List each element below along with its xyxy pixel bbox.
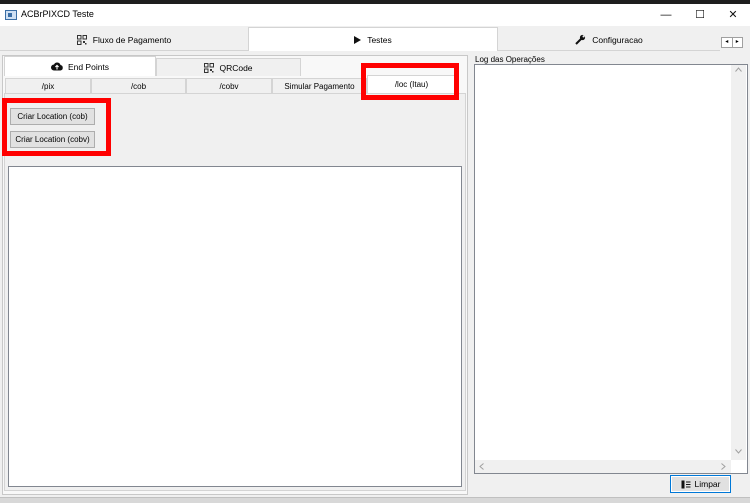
tab-label: Testes: [367, 34, 392, 45]
limpar-button[interactable]: Limpar: [670, 475, 731, 493]
tab-label: Fluxo de Pagamento: [92, 34, 172, 45]
highlight-location-buttons: [2, 98, 111, 156]
log-label: Log das Operações: [475, 55, 545, 64]
tab-cob[interactable]: /cob: [91, 78, 186, 93]
play-icon: [354, 35, 362, 44]
tab-scroll-left-button[interactable]: ◂: [722, 38, 733, 47]
tab-scroll-buttons: ◂ ▸: [721, 37, 743, 48]
wrench-icon: [575, 34, 586, 45]
qrcode-icon: [204, 62, 215, 73]
tab-pix[interactable]: /pix: [5, 78, 91, 93]
minimize-button[interactable]: —: [649, 4, 683, 26]
highlight-loc-tab: [361, 63, 459, 100]
subtab-label: End Points: [67, 61, 110, 72]
scroll-up-icon[interactable]: [735, 67, 742, 72]
tab-configuracao[interactable]: Configuracao: [498, 29, 720, 51]
scroll-down-icon[interactable]: [735, 449, 742, 454]
maximize-button[interactable]: ☐: [683, 4, 717, 26]
cloud-upload-icon: [50, 62, 63, 71]
subtab-qrcode[interactable]: QRCode: [156, 58, 301, 76]
window-title: ACBrPIXCD Teste: [21, 9, 94, 19]
tab-scroll-right-button[interactable]: ▸: [733, 38, 743, 47]
close-button[interactable]: ✕: [716, 4, 750, 26]
log-vertical-scrollbar[interactable]: [731, 65, 746, 460]
tab-testes[interactable]: Testes: [248, 27, 498, 51]
eraser-icon: [681, 480, 691, 489]
tab-simular-pagamento[interactable]: Simular Pagamento: [272, 78, 367, 93]
scroll-left-icon[interactable]: [479, 463, 484, 470]
subtab-end-points[interactable]: End Points: [4, 56, 156, 76]
main-tab-strip: Fluxo de Pagamento Testes Configuracao: [0, 27, 750, 51]
log-memo[interactable]: [474, 64, 748, 474]
tab-fluxo-de-pagamento[interactable]: Fluxo de Pagamento: [0, 29, 248, 51]
app-icon: [5, 10, 17, 20]
limpar-label: Limpar: [694, 479, 721, 489]
result-memo[interactable]: [8, 166, 462, 487]
title-bar: ACBrPIXCD Teste — ☐ ✕: [0, 4, 750, 26]
qrcode-icon: [76, 34, 87, 45]
subtab-label: QRCode: [219, 62, 253, 73]
tab-label: Configuracao: [592, 34, 643, 45]
tab-cobv[interactable]: /cobv: [186, 78, 272, 93]
scroll-right-icon[interactable]: [721, 463, 726, 470]
bottom-strip: [0, 497, 750, 503]
log-horizontal-scrollbar[interactable]: [475, 460, 731, 473]
